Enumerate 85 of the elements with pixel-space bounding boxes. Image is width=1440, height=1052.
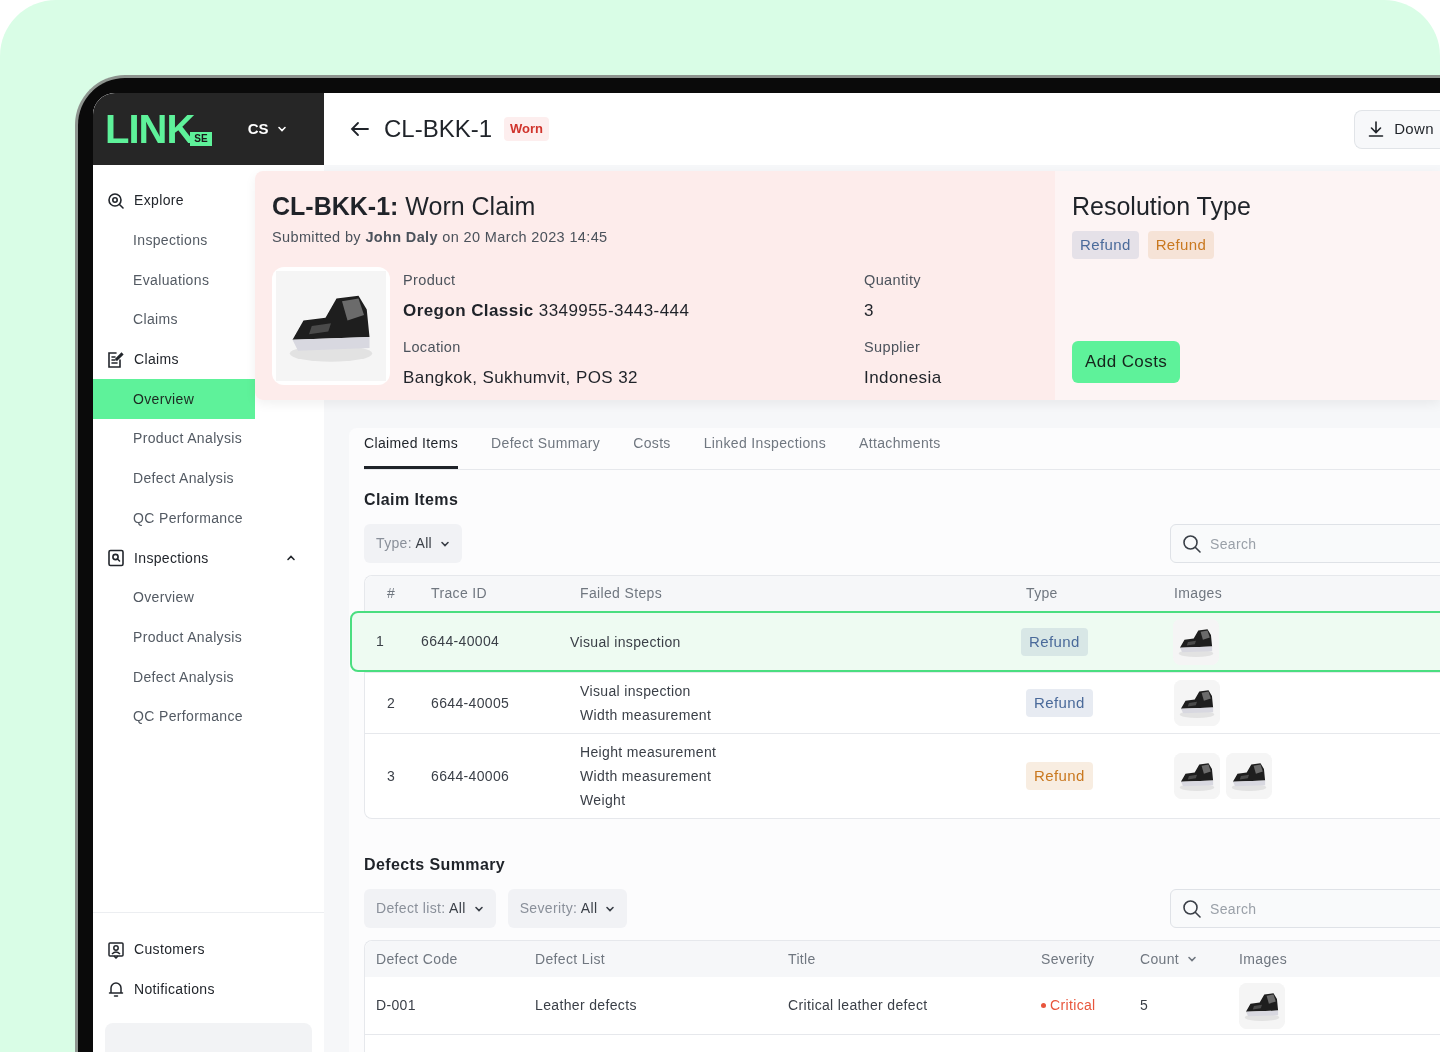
table-cell-text: Visual inspection <box>570 632 682 652</box>
field-value: Indonesia <box>864 366 942 389</box>
tab[interactable]: Linked Inspections <box>703 433 826 469</box>
table-cell-text: Leather defects <box>535 996 638 1015</box>
sidebar-section[interactable]: Claims <box>93 339 255 380</box>
column-header: Title <box>788 949 817 969</box>
table-cell-text: 5 <box>1140 996 1150 1015</box>
field-label: Supplier <box>864 338 922 357</box>
column-header: Defect Code <box>376 949 459 969</box>
column-header: Failed Steps <box>580 584 664 603</box>
search-icon <box>1182 534 1202 554</box>
table-cell-text: 6644-40006 <box>431 766 511 786</box>
sidebar-item[interactable]: Product Analysis <box>93 617 324 658</box>
table-cell-text: 6644-40005 <box>431 693 511 713</box>
table-cell-text: 2 <box>386 693 397 713</box>
table-row[interactable]: 3 6644-40006 Height measurement Width measurement Weight Refund <box>365 733 1440 818</box>
column-header: Trace ID <box>431 584 488 603</box>
sidebar-item[interactable]: Claims <box>93 300 255 340</box>
chevron-icon <box>1187 954 1198 964</box>
column-header: Defect List <box>535 949 606 969</box>
download-icon <box>1367 120 1386 138</box>
sidebar-item[interactable]: Customers <box>93 930 324 970</box>
table-cell-text: 3 <box>386 766 397 786</box>
page-title: CL-BKK-1 <box>384 114 493 144</box>
sidebar-item[interactable]: QC Performance <box>93 498 255 539</box>
table-row[interactable]: 1 6644-40004 Visual inspection Refund <box>350 611 1440 672</box>
table-row[interactable]: 2 6644-40005 Visual inspection Width measurement Refund <box>365 672 1440 733</box>
field-label: Location <box>403 338 462 357</box>
sidebar-item[interactable]: Notifications <box>93 969 324 1009</box>
type-tag: Refund <box>1021 627 1088 656</box>
tab[interactable]: Defect Summary <box>491 433 601 469</box>
column-header: Type <box>1026 584 1059 603</box>
section-title: Claim Items <box>364 490 460 510</box>
sidebar-item[interactable]: QC Performance <box>93 696 324 737</box>
type-tag: Refund <box>1026 689 1093 717</box>
sidebar-item[interactable]: Product Analysis <box>93 419 255 459</box>
tab[interactable]: Attachments <box>859 433 941 469</box>
filter-dropdown[interactable]: Severity: All <box>507 889 628 928</box>
column-header: Severity <box>1041 949 1096 969</box>
section-title: Defects Summary <box>364 855 507 875</box>
column-header: Images <box>1174 584 1223 603</box>
status-badge: Worn <box>504 117 550 141</box>
type-tag: Refund <box>1026 762 1093 790</box>
bell-icon <box>107 980 125 999</box>
field-label: Quantity <box>864 270 922 290</box>
search-field[interactable]: Search <box>1170 524 1440 563</box>
search-icon <box>1182 899 1202 919</box>
sidebar-item[interactable]: Evaluations <box>93 260 255 301</box>
filter-dropdown[interactable]: Defect list: All <box>364 889 496 928</box>
table-cell-text: D-001 <box>376 996 417 1015</box>
download-button[interactable]: Down <box>1354 109 1440 149</box>
sidebar-item[interactable]: Overview <box>93 379 255 420</box>
chevron-icon <box>276 124 287 134</box>
add-costs-button[interactable]: Add Costs <box>1072 341 1181 383</box>
severity-label: Critical <box>1041 995 1140 1016</box>
sidebar-item[interactable]: Defect Analysis <box>93 657 324 697</box>
claim-title: CL-BKK-1: Worn Claim <box>272 191 537 221</box>
resolution-tag: Refund <box>1072 231 1139 259</box>
person-card-icon <box>107 940 125 959</box>
document-search-icon <box>107 549 125 568</box>
table-cell-text: Height measurement Width measurement Weight <box>580 743 718 810</box>
column-header[interactable]: Count <box>1140 948 1239 970</box>
tab[interactable]: Costs <box>633 433 671 469</box>
table-cell-text: Critical leather defect <box>788 996 929 1015</box>
sidebar-item[interactable]: Overview <box>93 577 324 618</box>
tab[interactable]: Claimed Items <box>364 433 459 469</box>
sidebar-item[interactable]: Defect Analysis <box>93 458 255 499</box>
field-value: Oregon Classic 3349955-3443-444 <box>403 299 691 322</box>
search-field[interactable]: Search <box>1170 889 1440 928</box>
sidebar-section[interactable]: Explore <box>93 181 255 221</box>
table-cell-text: Visual inspection Width measurement <box>580 682 713 725</box>
sidebar-section[interactable]: Inspections <box>93 538 324 578</box>
org-switcher[interactable]: CS <box>247 117 287 141</box>
search-icon <box>107 191 125 210</box>
column-header: Images <box>1239 949 1288 969</box>
submitted-info: Submitted by John Daly on 20 March 2023 14:45 <box>272 228 609 247</box>
column-header: # <box>386 584 397 603</box>
field-label: Product <box>403 270 457 290</box>
field-value: Bangkok, Sukhumvit, POS 32 <box>403 366 639 389</box>
edit-document-icon <box>107 350 125 369</box>
resolution-title: Resolution Type <box>1072 191 1252 221</box>
sidebar-item[interactable]: Inspections <box>93 220 255 261</box>
resolution-tag: Refund <box>1147 231 1215 259</box>
filter-dropdown[interactable]: Type: All <box>364 524 463 563</box>
field-value: 3 <box>864 299 875 322</box>
